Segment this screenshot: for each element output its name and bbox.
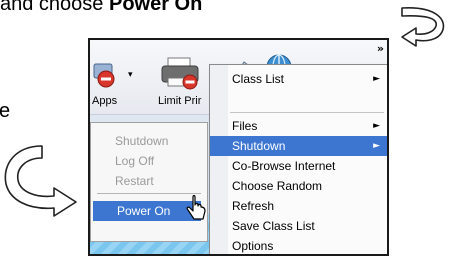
submenu-arrow-icon: ► (373, 121, 380, 131)
submenu-item-restart[interactable]: Restart (91, 171, 207, 191)
menu-item-label: Options (232, 239, 274, 253)
limit-label[interactable]: Limit Prir (158, 95, 201, 107)
screenshot-frame: ▾ Apps Limit Prir » Shutdown Log Off Res… (88, 38, 389, 256)
apps-label[interactable]: Apps (92, 95, 117, 107)
submenu-item-power-on[interactable]: Power On (93, 201, 201, 221)
instruction-prefix: and choose (0, 0, 109, 15)
menu-item-label: Save Class List (232, 219, 315, 233)
overflow-chevron-icon[interactable]: » (377, 42, 384, 55)
menu-item-save-class-list[interactable]: Save Class List (210, 216, 387, 236)
menu-item-options[interactable]: Options (210, 236, 387, 254)
menu-item-label: Class List (232, 72, 285, 86)
stop-badge-icon[interactable] (92, 62, 118, 88)
menu-separator (230, 112, 384, 113)
menu-item-refresh[interactable]: Refresh (210, 196, 387, 216)
submenu-arrow-icon: ► (373, 74, 380, 84)
menu-item-label: Choose Random (232, 179, 323, 193)
submenu-item-log-off[interactable]: Log Off (91, 151, 207, 171)
menu-item-label: Files (232, 119, 258, 133)
context-menu: Class List ► Files ► Shutdown ► Co-Brows… (209, 64, 387, 254)
instruction-text: and choose Power On (0, 0, 202, 16)
instruction-emphasis: Power On (108, 0, 203, 15)
submenu-arrow-icon: ► (373, 141, 380, 151)
menu-item-co-browse-internet[interactable]: Co-Browse Internet (210, 156, 387, 176)
curved-arrow-icon (401, 7, 445, 47)
mouse-cursor-icon (186, 195, 206, 220)
menu-item-choose-random[interactable]: Choose Random (210, 176, 387, 196)
curved-arrow-icon (4, 145, 77, 217)
edge-letter: e (0, 100, 11, 122)
submenu-separator (97, 193, 201, 194)
menu-item-class-list[interactable]: Class List ► (210, 69, 387, 89)
apps-dropdown-icon[interactable]: ▾ (128, 70, 133, 80)
printer-icon[interactable] (158, 56, 204, 92)
menu-item-label: Refresh (232, 199, 275, 213)
menu-item-label: Co-Browse Internet (232, 159, 336, 173)
submenu-item-shutdown[interactable]: Shutdown (91, 131, 207, 151)
menu-item-shutdown[interactable]: Shutdown ► (210, 136, 387, 156)
menu-item-label: Shutdown (232, 139, 286, 153)
menu-item-files[interactable]: Files ► (210, 116, 387, 136)
